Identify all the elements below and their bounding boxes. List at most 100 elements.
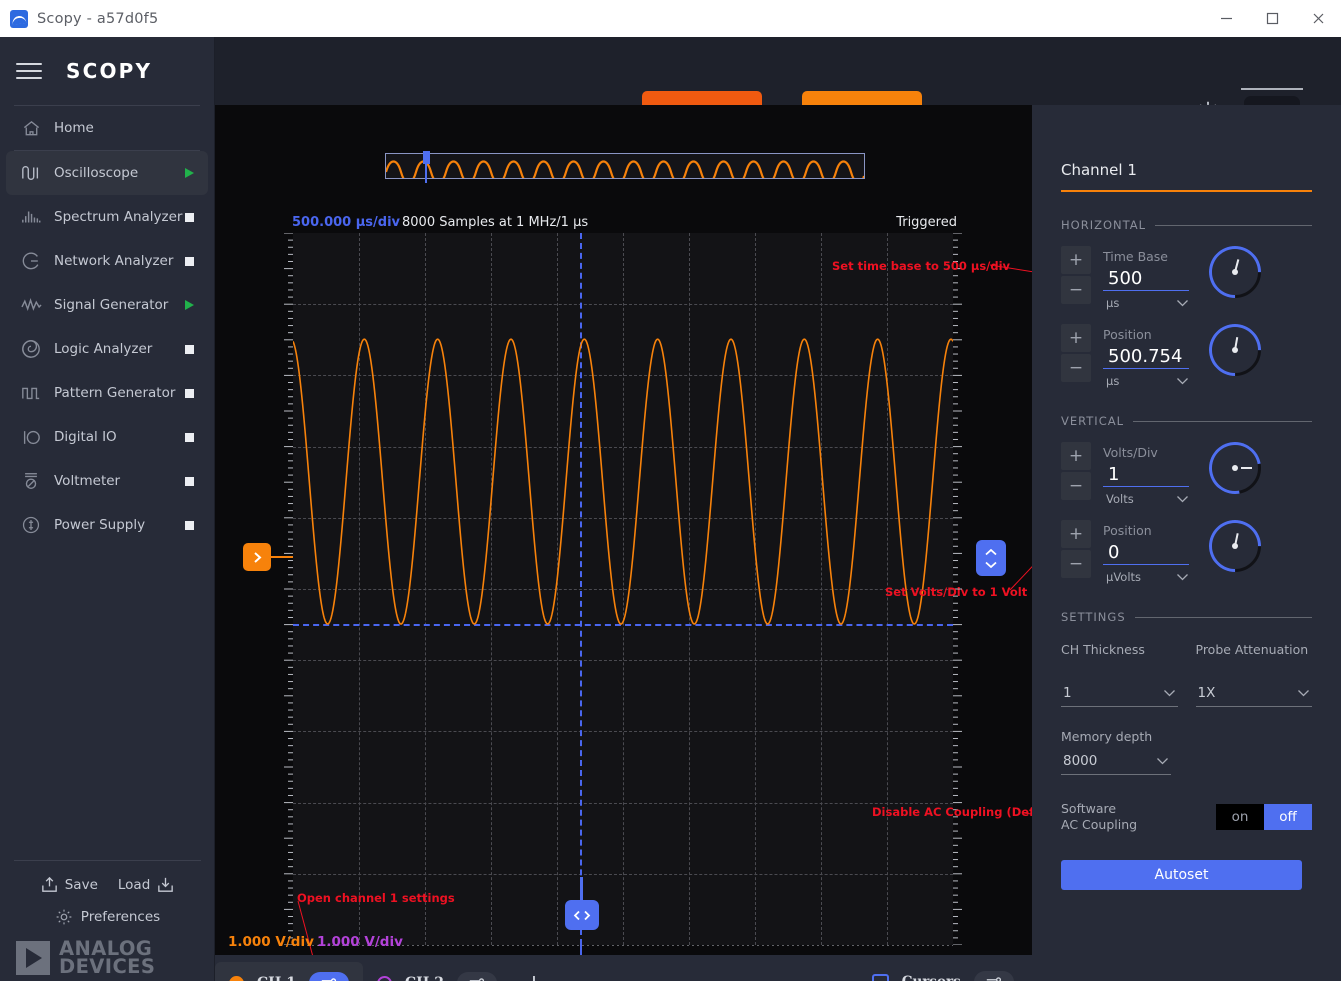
volts-div-unit-value: Volts <box>1106 492 1134 506</box>
chevron-down-icon <box>1298 690 1309 697</box>
waveform-path <box>293 338 953 625</box>
sidebar-item-pattern-generator[interactable]: Pattern Generator <box>6 371 208 415</box>
time-base-unit-select[interactable]: µs <box>1103 296 1189 310</box>
cursors-checkbox[interactable] <box>871 973 889 981</box>
horizontal-position-decrement[interactable]: − <box>1061 354 1091 382</box>
close-icon[interactable] <box>1295 0 1341 37</box>
horizontal-position-knob[interactable] <box>1198 313 1272 387</box>
sidebar-item-label: Power Supply <box>54 517 146 533</box>
chevron-down-icon <box>1177 496 1188 503</box>
cursors-settings-button[interactable] <box>973 971 1014 981</box>
sidebar: SCOPY Home Oscilloscope Spectrum Analyze… <box>0 37 215 981</box>
sidebar-item-label: Logic Analyzer <box>54 341 153 357</box>
sidebar-item-spectrum-analyzer[interactable]: Spectrum Analyzer <box>6 195 208 239</box>
divider <box>1155 224 1312 226</box>
ch1-settings-button[interactable] <box>309 972 349 981</box>
vertical-section-label: VERTICAL <box>1061 414 1125 428</box>
vertical-position-increment[interactable]: + <box>1061 520 1091 548</box>
app-shell: SCOPY Home Oscilloscope Spectrum Analyze… <box>0 37 1341 981</box>
vertical-position-knob[interactable] <box>1198 509 1272 583</box>
vertical-position-decrement[interactable]: − <box>1061 550 1091 578</box>
load-button[interactable]: Load <box>118 875 175 894</box>
volts-div-knob[interactable] <box>1198 431 1272 505</box>
channel-tab-ch1[interactable]: CH 1 <box>215 962 363 981</box>
maximize-icon[interactable] <box>1249 0 1295 37</box>
sidebar-item-label: Oscilloscope <box>54 165 139 181</box>
load-download-icon <box>158 877 174 892</box>
probe-attenuation-select[interactable]: 1X <box>1195 682 1312 707</box>
volts-div-control: + − Volts/Div 1 Volts <box>1061 431 1341 506</box>
autoset-button[interactable]: Autoset <box>1061 860 1302 890</box>
chevron-up-down-icon <box>985 561 997 568</box>
waveform-preview[interactable] <box>384 153 866 185</box>
horizontal-position-increment[interactable]: + <box>1061 324 1091 352</box>
save-upload-icon <box>41 876 57 892</box>
memory-depth-select[interactable]: 8000 <box>1061 750 1171 775</box>
minimize-icon[interactable] <box>1203 0 1249 37</box>
channel-tab-ch2[interactable]: CH 2 <box>363 962 511 981</box>
status-stopped-icon <box>185 388 194 398</box>
time-base-knob[interactable] <box>1198 235 1272 309</box>
horizontal-position-input[interactable]: 500.754 <box>1103 345 1189 369</box>
time-base-input[interactable]: 500 <box>1103 267 1189 291</box>
save-button[interactable]: Save <box>40 875 98 894</box>
sidebar-item-signal-generator[interactable]: Signal Generator <box>6 283 208 327</box>
vertical-cursor-handle[interactable] <box>976 540 1006 576</box>
horizontal-section-header: HORIZONTAL <box>1061 218 1312 232</box>
volts-div-increment[interactable]: + <box>1061 442 1091 470</box>
preview-trigger-marker[interactable] <box>423 151 430 164</box>
scopy-window: Scopy - a57d0f5 SCOPY Home Oscilloscope … <box>0 0 1341 981</box>
ac-coupling-off-option[interactable]: off <box>1264 804 1312 830</box>
add-channel-button[interactable]: + <box>519 968 549 981</box>
sidebar-item-voltmeter[interactable]: Voltmeter <box>6 459 208 503</box>
vertical-position-unit-select[interactable]: µVolts <box>1103 570 1189 584</box>
voltmeter-icon <box>16 471 46 491</box>
ch-thickness-label: CH Thickness <box>1061 642 1145 657</box>
ch-thickness-control: CH Thickness 1 <box>1061 642 1178 707</box>
vertical-position-control: + − Position 0 µVolts <box>1061 509 1341 584</box>
volts-div-input[interactable]: 1 <box>1103 463 1189 487</box>
status-stopped-icon <box>185 476 194 486</box>
sidebar-item-network-analyzer[interactable]: Network Analyzer <box>6 239 208 283</box>
status-stopped-icon <box>185 432 194 442</box>
vertical-position-input[interactable]: 0 <box>1103 541 1189 565</box>
sidebar-item-home[interactable]: Home <box>6 106 208 150</box>
volts-div-unit-select[interactable]: Volts <box>1103 492 1189 506</box>
ch2-volts-div-readout: 1.000 V/div <box>317 934 403 950</box>
signal-generator-icon <box>16 296 46 314</box>
panel-accent-underline <box>1061 190 1312 192</box>
horizontal-position-unit-select[interactable]: µs <box>1103 374 1189 388</box>
settings-section-label: SETTINGS <box>1061 610 1126 624</box>
memory-depth-label: Memory depth <box>1061 729 1153 744</box>
ch-thickness-select[interactable]: 1 <box>1061 682 1178 707</box>
sidebar-item-oscilloscope[interactable]: Oscilloscope <box>6 151 208 195</box>
pattern-generator-icon <box>16 384 46 402</box>
sidebar-item-power-supply[interactable]: Power Supply <box>6 503 208 547</box>
horizontal-cursor-handle[interactable] <box>565 900 599 930</box>
ac-coupling-on-option[interactable]: on <box>1216 804 1264 830</box>
sidebar-item-logic-analyzer[interactable]: Logic Analyzer <box>6 327 208 371</box>
save-label: Save <box>64 876 98 893</box>
volts-div-decrement[interactable]: − <box>1061 472 1091 500</box>
preferences-button[interactable]: Preferences <box>0 908 215 926</box>
time-base-increment[interactable]: + <box>1061 246 1091 274</box>
time-base-stepper: + − <box>1061 246 1091 304</box>
ch1-offset-handle[interactable] <box>243 543 271 571</box>
ch2-settings-button[interactable] <box>457 972 497 981</box>
panel-channel-title: Channel 1 <box>1061 161 1137 179</box>
ch-thickness-value: 1 <box>1063 685 1072 701</box>
ac-coupling-control: Software AC Coupling on off <box>1061 801 1312 833</box>
vertical-position-stepper: + − <box>1061 520 1091 578</box>
ruler-left <box>284 233 293 945</box>
waveform-plot[interactable] <box>293 233 953 945</box>
trigger-status-label: Triggered <box>896 215 957 230</box>
hamburger-icon[interactable] <box>14 60 44 82</box>
time-base-decrement[interactable]: − <box>1061 276 1091 304</box>
oscilloscope-icon <box>16 164 46 182</box>
samples-info-label: 8000 Samples at 1 MHz/1 µs <box>402 215 589 230</box>
horizontal-position-control: + − Position 500.754 µs <box>1061 313 1341 388</box>
brand-label: SCOPY <box>66 59 153 83</box>
status-stopped-icon <box>185 256 194 266</box>
status-running-icon <box>185 168 194 178</box>
sidebar-item-digital-io[interactable]: Digital IO <box>6 415 208 459</box>
